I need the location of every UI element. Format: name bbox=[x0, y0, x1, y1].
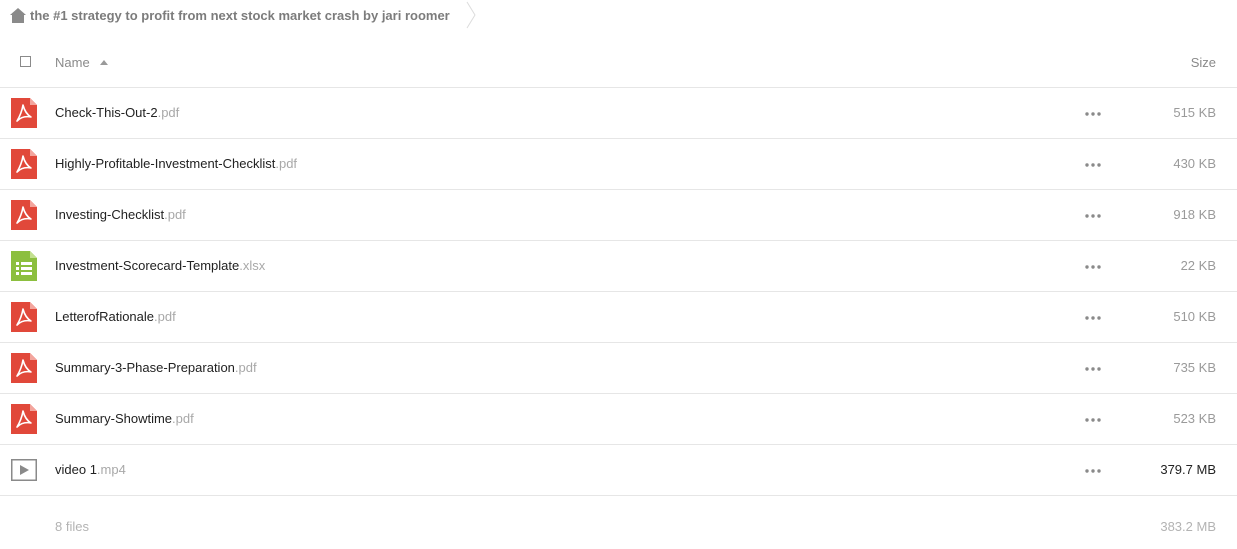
video-icon bbox=[11, 459, 37, 481]
more-options-icon[interactable] bbox=[1085, 112, 1101, 116]
file-size: 430 KB bbox=[1173, 156, 1216, 171]
file-basename: Highly-Profitable-Investment-Checklist bbox=[55, 156, 276, 171]
chevron-right-icon bbox=[466, 1, 476, 29]
file-list-summary: 8 files 383.2 MB bbox=[0, 508, 1237, 544]
file-basename: Investment-Scorecard-Template bbox=[55, 258, 240, 273]
pdf-icon bbox=[11, 404, 37, 434]
name-column-header[interactable]: Name bbox=[55, 55, 90, 70]
file-row[interactable]: Summary-3-Phase-Preparation.pdf 735 KB bbox=[0, 343, 1237, 394]
file-row[interactable]: Investment-Scorecard-Template.xlsx 22 KB bbox=[0, 241, 1237, 292]
file-row[interactable]: Check-This-Out-2.pdf 515 KB bbox=[0, 88, 1237, 139]
more-options-icon[interactable] bbox=[1085, 367, 1101, 371]
pdf-icon bbox=[11, 98, 37, 128]
file-count: 8 files bbox=[55, 519, 89, 534]
more-options-icon[interactable] bbox=[1085, 265, 1101, 269]
file-name[interactable]: Investment-Scorecard-Template.xlsx bbox=[55, 258, 265, 273]
file-basename: Summary-3-Phase-Preparation bbox=[55, 360, 235, 375]
more-options-icon[interactable] bbox=[1085, 214, 1101, 218]
file-size: 22 KB bbox=[1180, 258, 1216, 273]
file-extension: .pdf bbox=[172, 411, 194, 426]
file-extension: .xlsx bbox=[239, 258, 266, 273]
file-size: 379.7 MB bbox=[1160, 462, 1216, 477]
file-size: 515 KB bbox=[1173, 105, 1216, 120]
spreadsheet-icon bbox=[11, 251, 37, 281]
select-all-checkbox[interactable] bbox=[20, 56, 31, 67]
file-extension: .mp4 bbox=[96, 462, 126, 477]
file-name[interactable]: Summary-Showtime.pdf bbox=[55, 411, 194, 426]
file-extension: .pdf bbox=[164, 207, 186, 222]
file-name[interactable]: LetterofRationale.pdf bbox=[55, 309, 176, 324]
total-size: 383.2 MB bbox=[1160, 519, 1216, 534]
file-row[interactable]: video 1.mp4 379.7 MB bbox=[0, 445, 1237, 496]
file-basename: LetterofRationale bbox=[55, 309, 155, 324]
file-size: 510 KB bbox=[1173, 309, 1216, 324]
size-column-header[interactable]: Size bbox=[1191, 55, 1216, 70]
file-name[interactable]: Check-This-Out-2.pdf bbox=[55, 105, 179, 120]
more-options-icon[interactable] bbox=[1085, 316, 1101, 320]
home-icon[interactable] bbox=[10, 8, 26, 23]
file-row[interactable]: Summary-Showtime.pdf 523 KB bbox=[0, 394, 1237, 445]
breadcrumb-folder[interactable]: the #1 strategy to profit from next stoc… bbox=[30, 7, 450, 24]
file-basename: Investing-Checklist bbox=[55, 207, 165, 222]
file-basename: video 1 bbox=[55, 462, 97, 477]
file-name[interactable]: Investing-Checklist.pdf bbox=[55, 207, 186, 222]
file-extension: .pdf bbox=[157, 105, 180, 120]
file-row[interactable]: Investing-Checklist.pdf 918 KB bbox=[0, 190, 1237, 241]
more-options-icon[interactable] bbox=[1085, 163, 1101, 167]
file-list-header: Name Size bbox=[0, 37, 1237, 88]
sort-ascending-icon[interactable] bbox=[100, 60, 108, 65]
more-options-icon[interactable] bbox=[1085, 469, 1101, 473]
pdf-icon bbox=[11, 149, 37, 179]
pdf-icon bbox=[11, 353, 37, 383]
file-extension: .pdf bbox=[234, 360, 257, 375]
file-name[interactable]: Summary-3-Phase-Preparation.pdf bbox=[55, 360, 257, 375]
pdf-icon bbox=[11, 200, 37, 230]
file-extension: .pdf bbox=[275, 156, 298, 171]
file-basename: Check-This-Out-2 bbox=[55, 105, 158, 120]
more-options-icon[interactable] bbox=[1085, 418, 1101, 422]
file-row[interactable]: Highly-Profitable-Investment-Checklist.p… bbox=[0, 139, 1237, 190]
pdf-icon bbox=[11, 302, 37, 332]
file-basename: Summary-Showtime bbox=[55, 411, 173, 426]
file-size: 735 KB bbox=[1173, 360, 1216, 375]
file-name[interactable]: Highly-Profitable-Investment-Checklist.p… bbox=[55, 156, 297, 171]
file-name[interactable]: video 1.mp4 bbox=[55, 462, 126, 477]
file-size: 918 KB bbox=[1173, 207, 1216, 222]
file-extension: .pdf bbox=[154, 309, 176, 324]
file-list: Check-This-Out-2.pdf 515 KB Highly-Profita… bbox=[0, 88, 1237, 496]
file-size: 523 KB bbox=[1173, 411, 1216, 426]
file-row[interactable]: LetterofRationale.pdf 510 KB bbox=[0, 292, 1237, 343]
